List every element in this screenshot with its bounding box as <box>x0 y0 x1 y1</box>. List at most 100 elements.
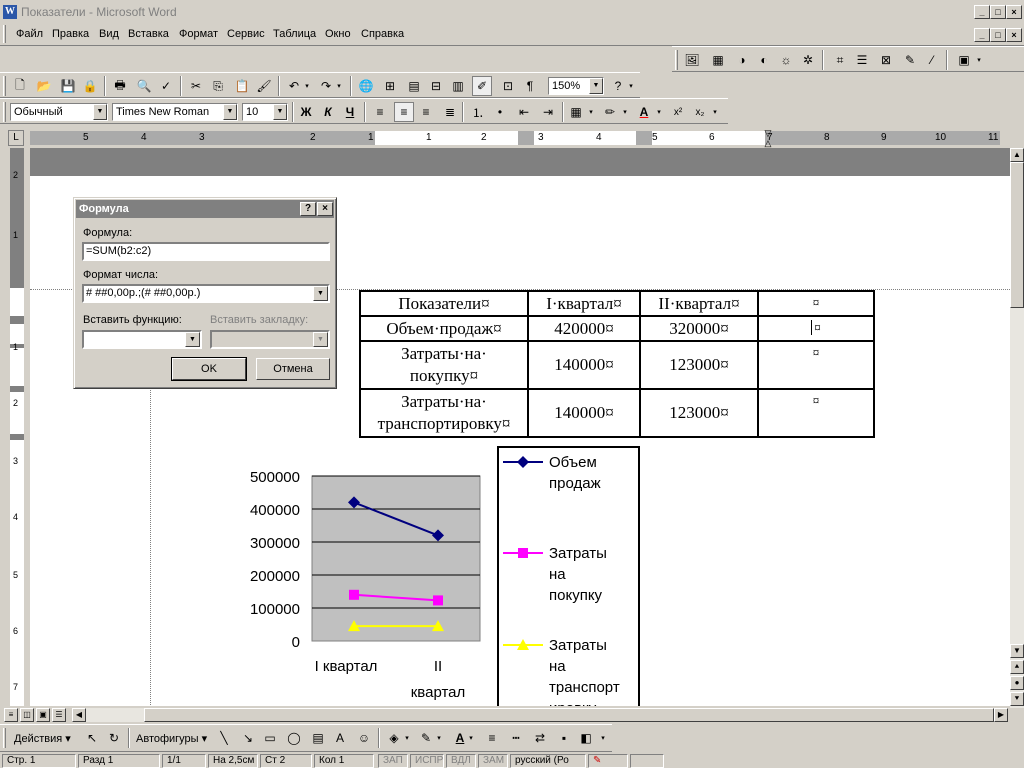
tables-borders-icon[interactable]: ⊞ <box>380 76 400 96</box>
bullets-icon[interactable]: • <box>490 102 510 122</box>
redo-dropdown-icon[interactable]: ▾ <box>334 76 344 96</box>
toolbar-grip[interactable] <box>675 50 678 70</box>
italic-button[interactable]: К <box>318 102 338 122</box>
print-preview-icon[interactable]: 🔍 <box>134 76 154 96</box>
arrow-icon[interactable]: ↘ <box>238 728 258 748</box>
close-button[interactable]: × <box>1006 5 1022 19</box>
menu-insert[interactable]: Вставка <box>128 28 169 40</box>
decrease-indent-icon[interactable]: ⇤ <box>514 102 534 122</box>
scroll-thumb[interactable] <box>1010 162 1024 308</box>
image-control-icon[interactable]: ▦ <box>708 50 728 70</box>
subscript-icon[interactable]: x₂ <box>690 102 710 122</box>
scroll-left-icon[interactable]: ◀ <box>72 708 86 722</box>
table-cell[interactable]: Объем·продаж¤ <box>360 316 528 341</box>
dialog-title-bar[interactable]: Формула ? × <box>76 200 334 218</box>
scroll-down-icon[interactable]: ▼ <box>1010 644 1024 658</box>
arrow-style-icon[interactable]: ⇄ <box>530 728 550 748</box>
permission-icon[interactable]: 🔒 <box>80 76 100 96</box>
doc-minimize-button[interactable]: _ <box>974 28 990 42</box>
line-style-icon[interactable]: ☰ <box>852 50 872 70</box>
fill-dropdown-icon[interactable]: ▾ <box>402 728 412 748</box>
vertical-scrollbar[interactable]: ▲ ▼ ⯅ ● ⯆ <box>1010 148 1024 708</box>
word-icon[interactable]: W <box>3 5 17 19</box>
menu-edit[interactable]: Правка <box>52 28 89 40</box>
drawing-icon[interactable]: ✐ <box>472 76 492 96</box>
highlight-dropdown-icon[interactable]: ▾ <box>620 102 630 122</box>
menu-tools[interactable]: Сервис <box>227 28 265 40</box>
dash-style-icon[interactable]: ┅ <box>506 728 526 748</box>
status-overtype[interactable]: ЗАМ <box>478 754 508 768</box>
show-hide-icon[interactable]: ¶ <box>520 76 540 96</box>
table-cell[interactable]: ¤ <box>758 389 874 437</box>
table-cell[interactable]: 140000¤ <box>528 389 640 437</box>
formula-input[interactable]: =SUM(b2:c2) <box>82 242 330 261</box>
textbox-icon[interactable]: ▤ <box>308 728 328 748</box>
next-page-icon[interactable]: ⯆ <box>1010 692 1024 706</box>
doc-close-button[interactable]: × <box>1006 28 1022 42</box>
toolbar-options-icon[interactable]: ▾ <box>598 728 608 748</box>
3d-icon[interactable]: ◧ <box>576 728 596 748</box>
print-layout-icon[interactable]: ▣ <box>36 708 50 722</box>
menu-grip[interactable] <box>3 25 6 43</box>
insert-table-icon[interactable]: ▤ <box>404 76 424 96</box>
scroll-up-icon[interactable]: ▲ <box>1010 148 1024 162</box>
actions-menu[interactable]: Действия ▾ <box>14 732 71 745</box>
chevron-down-icon[interactable]: ▼ <box>589 78 603 94</box>
spelling-status-icon[interactable]: ✎ <box>588 754 628 768</box>
align-center-icon[interactable]: ≡ <box>394 102 414 122</box>
vertical-ruler[interactable]: 2 1 1 2 3 4 5 6 7 <box>0 148 30 706</box>
toolbar-options-icon[interactable]: ▾ <box>626 76 636 96</box>
less-brightness-icon[interactable]: ✲ <box>798 50 818 70</box>
insert-picture-icon[interactable]: 🖼 <box>682 50 702 70</box>
free-rotate-icon[interactable]: ↻ <box>104 728 124 748</box>
shadow-icon[interactable]: ▪ <box>554 728 574 748</box>
bold-button[interactable]: Ж <box>296 102 316 122</box>
toolbar-grip[interactable] <box>3 76 6 96</box>
help-button[interactable]: ? <box>300 202 316 216</box>
table-cell[interactable]: 420000¤ <box>528 316 640 341</box>
outline-view-icon[interactable]: ☰ <box>52 708 66 722</box>
scroll-right-icon[interactable]: ▶ <box>994 708 1008 722</box>
select-browse-object-icon[interactable]: ● <box>1010 676 1024 690</box>
table-cell[interactable]: Затраты·на· покупку¤ <box>360 341 528 389</box>
horizontal-scrollbar[interactable]: ≡ ◫ ▣ ☰ ◀ ▶ <box>0 706 1010 724</box>
print-icon[interactable]: 🖶 <box>110 76 130 96</box>
table-cell[interactable]: 140000¤ <box>528 341 640 389</box>
numbering-icon[interactable]: ⒈ <box>468 102 488 122</box>
font-color-icon[interactable]: A <box>634 102 654 122</box>
table-cell[interactable]: I·квартал¤ <box>528 291 640 316</box>
doc-restore-button[interactable]: □ <box>990 28 1006 42</box>
open-folder-icon[interactable]: 📂 <box>34 76 54 96</box>
insert-excel-icon[interactable]: ⊟ <box>426 76 446 96</box>
number-format-select[interactable]: # ##0,00р.;(# ##0,00р.) ▼ <box>82 284 330 303</box>
menu-file[interactable]: Файл <box>16 28 43 40</box>
document-map-icon[interactable]: ⊡ <box>498 76 518 96</box>
table-cell-active[interactable]: ¤ <box>758 316 874 341</box>
line-style-icon[interactable]: ≡ <box>482 728 502 748</box>
line-color-icon[interactable]: ✎ <box>416 728 436 748</box>
toolbar-options-icon[interactable]: ▾ <box>710 102 720 122</box>
less-contrast-icon[interactable]: ◐ <box>754 50 774 70</box>
scroll-thumb[interactable] <box>144 708 994 722</box>
autoshapes-menu[interactable]: Автофигуры ▾ <box>136 732 207 745</box>
set-transparent-icon[interactable]: ⁄ <box>922 50 942 70</box>
more-contrast-icon[interactable]: ◑ <box>732 50 752 70</box>
table-cell[interactable]: 123000¤ <box>640 389 758 437</box>
copy-icon[interactable]: ⎘ <box>208 76 228 96</box>
more-brightness-icon[interactable]: ☼ <box>776 50 796 70</box>
restore-button[interactable]: □ <box>990 5 1006 19</box>
borders-icon[interactable]: ▦ <box>566 102 586 122</box>
table-cell[interactable]: ¤ <box>758 341 874 389</box>
cut-icon[interactable]: ✂ <box>186 76 206 96</box>
menu-table[interactable]: Таблица <box>273 28 316 40</box>
wordart-icon[interactable]: A <box>330 728 350 748</box>
underline-button[interactable]: Ч <box>340 102 360 122</box>
menu-view[interactable]: Вид <box>99 28 119 40</box>
hyperlink-icon[interactable]: 🌐 <box>356 76 376 96</box>
table-cell[interactable]: II·квартал¤ <box>640 291 758 316</box>
align-right-icon[interactable]: ≡ <box>416 102 436 122</box>
minimize-button[interactable]: _ <box>974 5 990 19</box>
columns-icon[interactable]: ▥ <box>448 76 468 96</box>
web-view-icon[interactable]: ◫ <box>20 708 34 722</box>
new-document-icon[interactable]: 🗋 <box>10 76 30 96</box>
